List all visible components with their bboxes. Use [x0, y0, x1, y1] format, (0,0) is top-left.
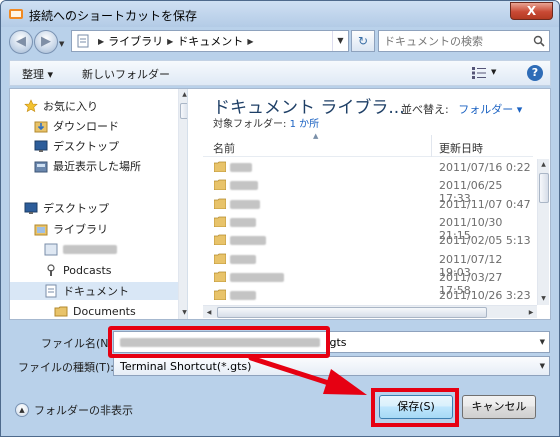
- save-dialog: 接続へのショートカットを保存 X ◀ ▶ ▼ ▶ ライブラリ ▶ ドキュメント …: [0, 0, 560, 437]
- annotation-arrow: [248, 355, 367, 395]
